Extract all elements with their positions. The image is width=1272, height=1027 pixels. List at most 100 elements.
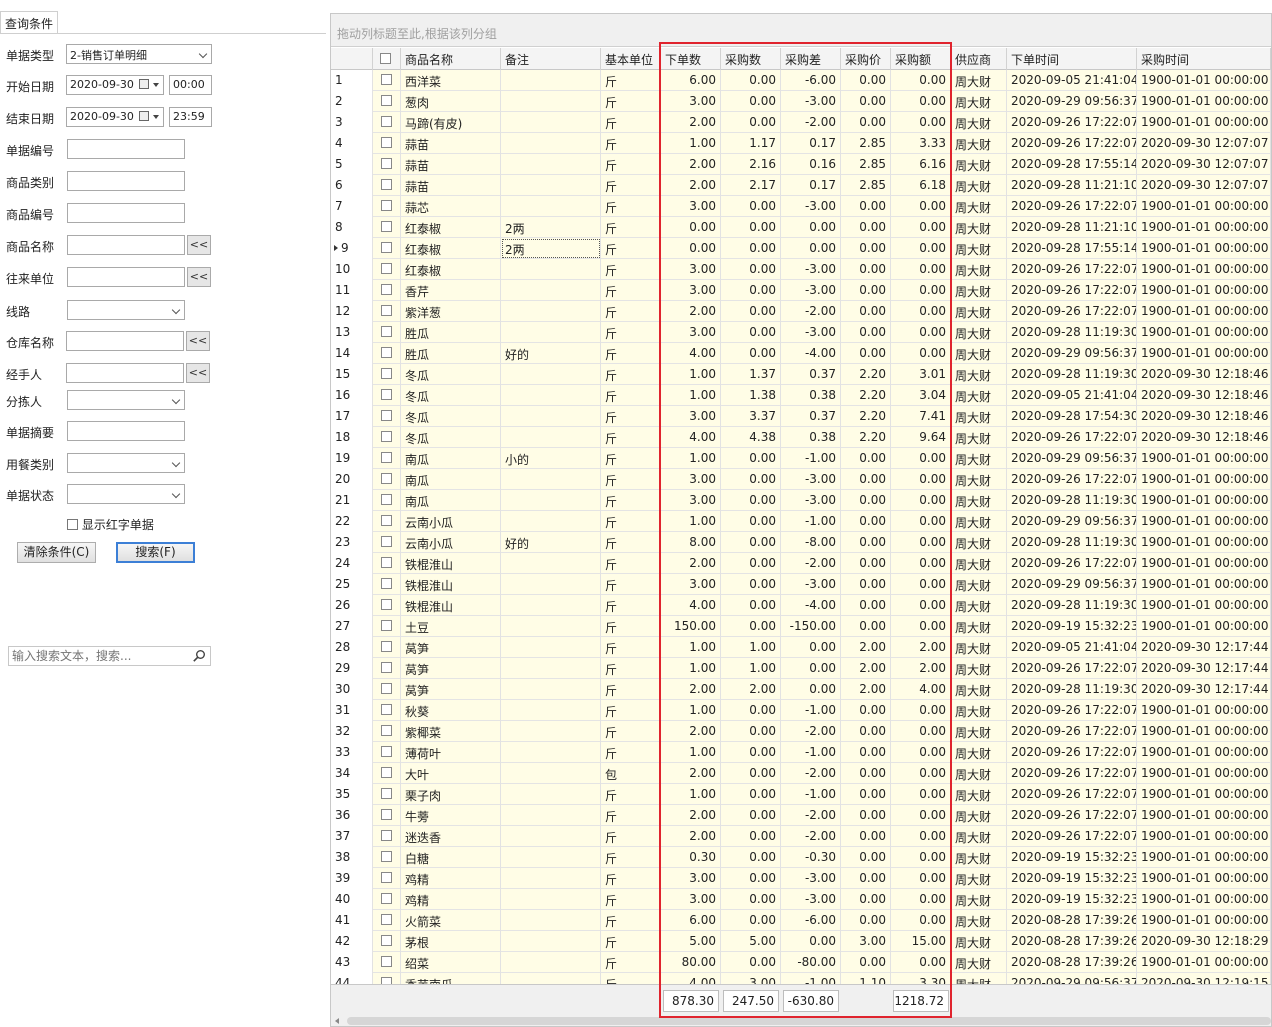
cell-supplier[interactable]: 周大财 [951,364,1007,385]
cell-price[interactable]: 2.20 [841,406,891,427]
cell-note[interactable] [501,847,601,868]
cell-unit[interactable]: 斤 [601,133,661,154]
row-checkbox[interactable] [381,599,392,610]
cell-unit[interactable]: 斤 [601,364,661,385]
cell-goods-name[interactable]: 冬瓜 [401,385,501,406]
cell-purchase-time[interactable]: 1900-01-01 00:00:00 [1137,532,1271,553]
cell-purchase-qty[interactable]: 1.00 [721,658,781,679]
table-row[interactable]: 44 香芋南瓜 斤4.003.00-1.001.103.30周大财2020-09-2… [331,973,1271,984]
cell-purchase-qty[interactable]: 0.00 [721,595,781,616]
cell-goods-name[interactable]: 铁棍淮山 [401,595,501,616]
cell-purchase-qty[interactable]: 0.00 [721,784,781,805]
cell-order-qty[interactable]: 2.00 [661,826,721,847]
cell-purchase-time[interactable]: 1900-01-01 00:00:00 [1137,448,1271,469]
cell-note[interactable] [501,700,601,721]
cell-select[interactable] [373,973,401,984]
row-checkbox[interactable] [381,683,392,694]
cell-note[interactable] [501,784,601,805]
route-select[interactable] [67,300,185,320]
table-row[interactable]: 14 胜瓜 好的斤 4.00 0.00 -4.00 0.00 0.00 周大财 2020-09-2… [331,343,1271,364]
cell-supplier[interactable]: 周大财 [951,91,1007,112]
cell-purchase-time[interactable]: 2020-09-30 12:07:07 [1137,175,1271,196]
cell-diff[interactable]: 0.17 [781,175,841,196]
table-row[interactable]: 10 红泰椒斤 3.00 0.00 -3.00 0.00 0.00 周大财 2020-09-26… [331,259,1271,280]
cell-note[interactable] [501,616,601,637]
cell-select[interactable] [373,952,401,973]
row-checkbox[interactable] [381,389,392,400]
cell-select[interactable] [373,742,401,763]
cell-order-time[interactable]: 2020-09-19 15:32:23 [1007,847,1137,868]
cell-amount[interactable]: 0.00 [891,910,951,931]
cell-goods-name[interactable]: 冬瓜 [401,427,501,448]
cell-purchase-time[interactable]: 1900-01-01 00:00:00 [1137,553,1271,574]
cell-price[interactable]: 0.00 [841,847,891,868]
cell-diff[interactable]: 0.00 [781,679,841,700]
cell-purchase-time[interactable]: 2020-09-30 12:17:44 [1137,658,1271,679]
table-row[interactable]: 28 莴笋斤 1.00 1.00 0.00 2.00 2.00 周大财 2020-09-05 2… [331,637,1271,658]
cell-order-qty[interactable]: 3.00 [661,259,721,280]
cell-order-qty[interactable]: 2.00 [661,154,721,175]
cell-diff[interactable]: -3.00 [781,490,841,511]
cell-price[interactable]: 0.00 [841,343,891,364]
cell-select[interactable] [373,301,401,322]
row-checkbox[interactable] [381,851,392,862]
table-row[interactable]: 8 红泰椒 2两斤 0.00 0.00 0.00 0.00 0.00 周大财 2020-09-28… [331,217,1271,238]
cell-supplier[interactable]: 周大财 [951,616,1007,637]
cell-unit[interactable]: 斤 [601,826,661,847]
cell-diff[interactable]: 0.17 [781,133,841,154]
cell-diff[interactable]: -1.00 [781,742,841,763]
cell-purchase-qty[interactable]: 1.00 [721,637,781,658]
cell-supplier[interactable]: 周大财 [951,784,1007,805]
cell-goods-name[interactable]: 冬瓜 [401,364,501,385]
cell-purchase-qty[interactable]: 5.00 [721,931,781,952]
cell-select[interactable] [373,364,401,385]
cell-unit[interactable]: 斤 [601,448,661,469]
cell-order-qty[interactable]: 6.00 [661,910,721,931]
table-row[interactable]: 39 鸡精斤 3.00 0.00 -3.00 0.00 0.00 周大财 2020-09-19 … [331,868,1271,889]
cell-price[interactable]: 2.85 [841,133,891,154]
cell-order-time[interactable]: 2020-09-28 11:19:30 [1007,595,1137,616]
cell-note[interactable] [501,553,601,574]
cell-select[interactable] [373,889,401,910]
cell-unit[interactable]: 斤 [601,469,661,490]
cell-goods-name[interactable]: 铁棍淮山 [401,574,501,595]
cell-amount[interactable]: 0.00 [891,805,951,826]
cell-price[interactable]: 0.00 [841,595,891,616]
cell-diff[interactable]: -3.00 [781,91,841,112]
cell-amount[interactable]: 0.00 [891,490,951,511]
cell-order-qty[interactable]: 3.00 [661,574,721,595]
warehouse-input[interactable] [66,331,184,351]
table-row[interactable]: 24 铁棍淮山斤 2.00 0.00 -2.00 0.00 0.00 周大财 2020-09-2… [331,553,1271,574]
cell-note[interactable] [501,469,601,490]
status-select[interactable] [67,484,185,504]
row-checkbox[interactable] [381,767,392,778]
cell-diff[interactable]: -4.00 [781,595,841,616]
cell-order-time[interactable]: 2020-09-29 09:56:37 [1007,343,1137,364]
cell-goods-name[interactable]: 薄荷叶 [401,742,501,763]
header-amount[interactable]: 采购额 [891,48,951,70]
cell-supplier[interactable]: 周大财 [951,931,1007,952]
cell-note[interactable] [501,721,601,742]
cell-order-time[interactable]: 2020-09-29 09:56:37 [1007,448,1137,469]
cell-select[interactable] [373,553,401,574]
cell-price[interactable]: 2.20 [841,364,891,385]
cell-goods-name[interactable]: 红泰椒 [401,217,501,238]
handler-picker-button[interactable]: << [186,363,210,383]
cell-note[interactable] [501,763,601,784]
cell-amount[interactable]: 3.30 [891,973,951,984]
cell-purchase-qty[interactable]: 1.17 [721,133,781,154]
cell-note[interactable] [501,112,601,133]
cell-order-time[interactable]: 2020-09-28 17:55:14 [1007,154,1137,175]
cell-purchase-qty[interactable]: 0.00 [721,574,781,595]
cell-supplier[interactable]: 周大财 [951,427,1007,448]
cell-order-time[interactable]: 2020-09-28 11:19:30 [1007,364,1137,385]
cell-diff[interactable]: -1.00 [781,700,841,721]
cell-purchase-qty[interactable]: 0.00 [721,217,781,238]
cell-goods-name[interactable]: 栗子肉 [401,784,501,805]
cell-amount[interactable]: 0.00 [891,868,951,889]
cell-select[interactable] [373,616,401,637]
cell-select[interactable] [373,280,401,301]
cell-goods-name[interactable]: 白糖 [401,847,501,868]
cell-purchase-time[interactable]: 1900-01-01 00:00:00 [1137,301,1271,322]
cell-order-qty[interactable]: 2.00 [661,175,721,196]
